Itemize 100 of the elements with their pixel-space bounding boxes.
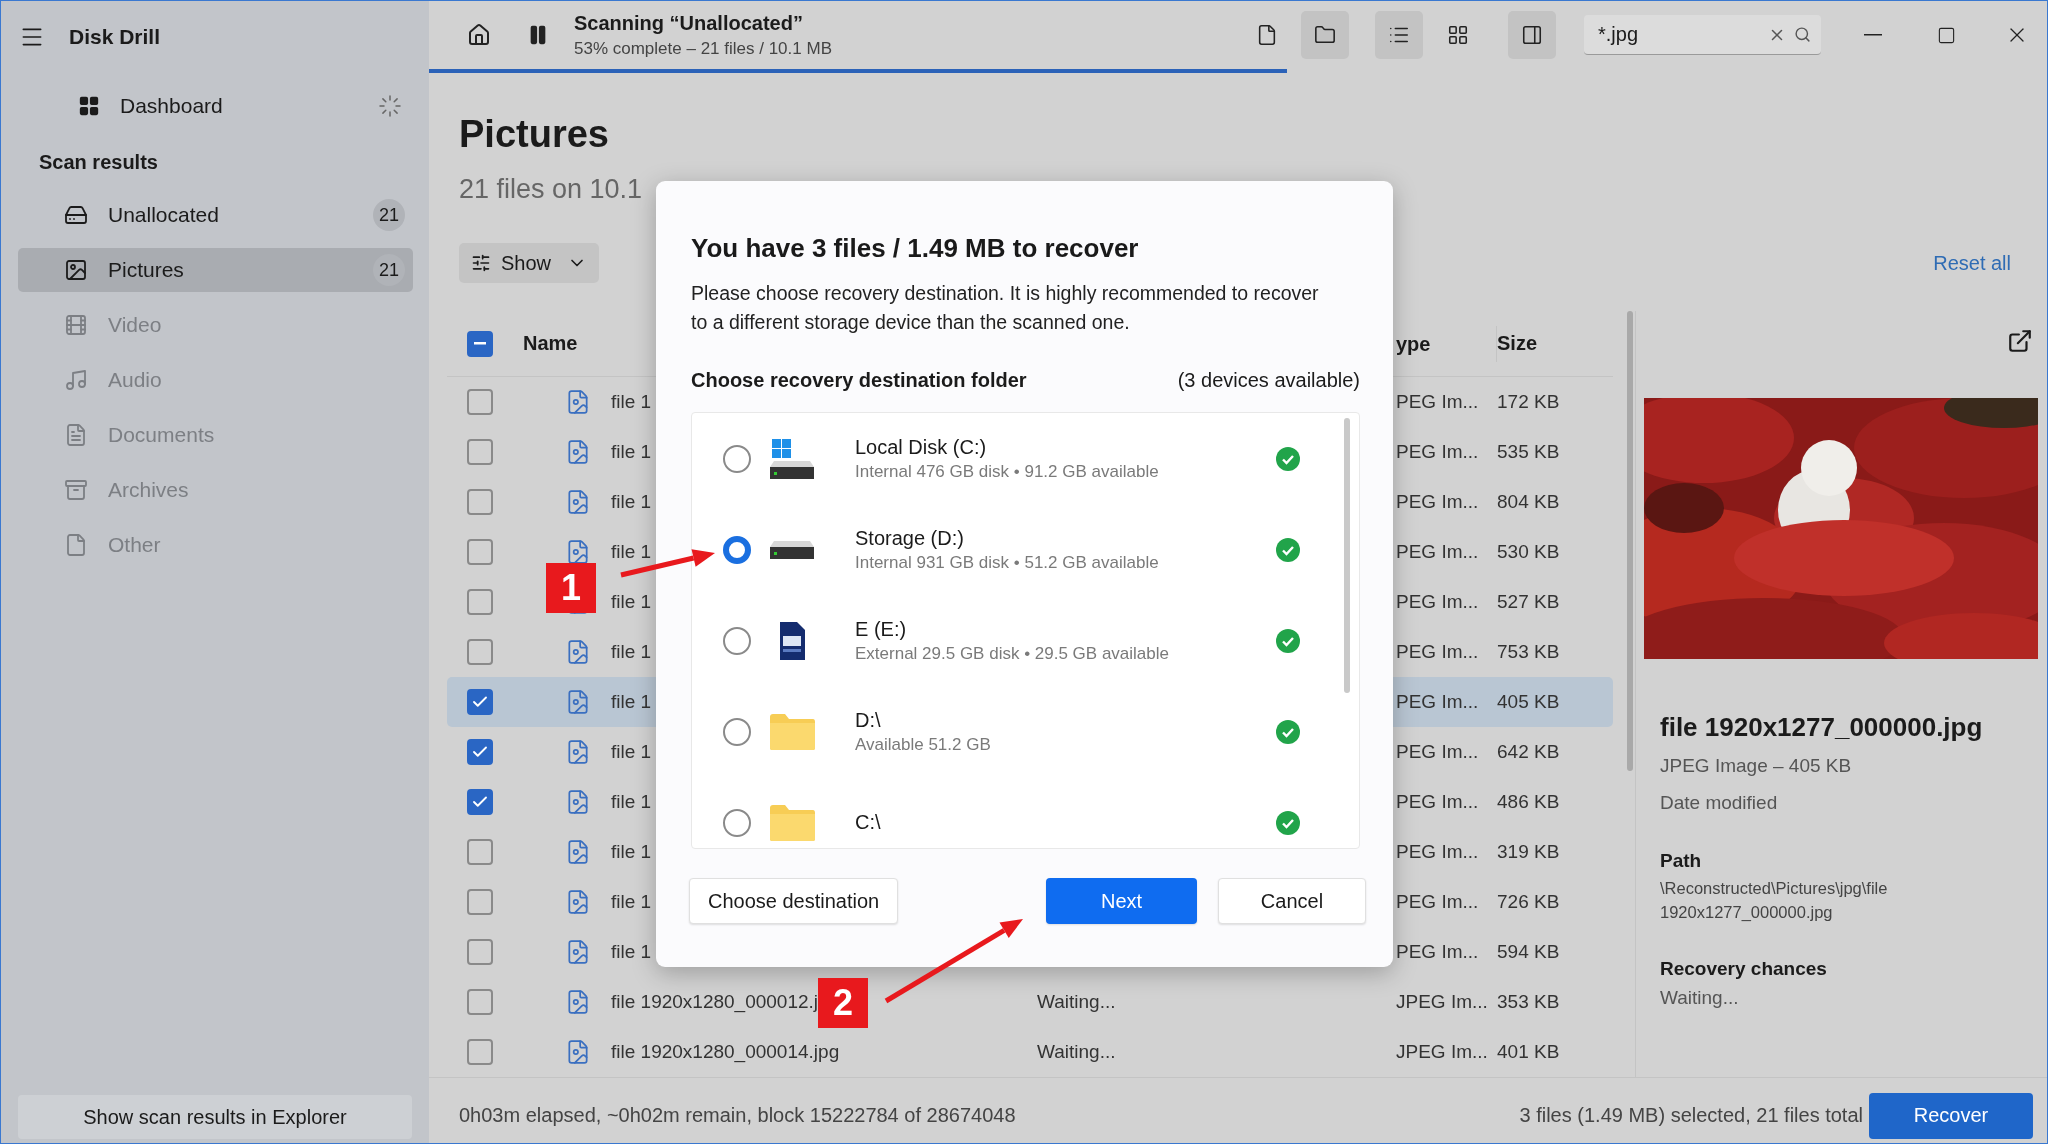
dialog-message: Please choose recovery destination. It is highly recommended to recover to a different storage device than the scanned one. xyxy=(691,281,1320,335)
page-subtitle: 21 files on 10.1 xyxy=(459,173,643,206)
table-cell-text: PEG Im... xyxy=(1395,391,1479,413)
table-cell-text: PEG Im... xyxy=(1395,641,1479,663)
dialog-button[interactable]: Cancel xyxy=(1218,878,1366,924)
preview-filename: file 1920x1277_000000.jpg xyxy=(1660,711,1983,743)
row-checkbox[interactable] xyxy=(467,439,493,465)
table-cell-text: JPEG Im... xyxy=(1395,1041,1488,1063)
column-header[interactable]: ype xyxy=(1394,325,1497,362)
music-note-icon xyxy=(64,368,88,392)
view-button[interactable] xyxy=(1301,11,1349,59)
show-filter-button[interactable]: Show xyxy=(459,243,599,283)
sd-card-icon xyxy=(777,619,807,662)
film-icon xyxy=(64,313,88,337)
table-cell: file 1920x1280_000012.j xyxy=(611,991,819,1013)
external-link-icon[interactable] xyxy=(2007,328,2033,354)
maximize-icon xyxy=(1936,25,1956,45)
scrollbar[interactable] xyxy=(1627,311,1633,771)
row-checkbox[interactable] xyxy=(467,589,493,615)
destination-item[interactable]: C:\ xyxy=(692,777,1359,848)
table-cell: 405 KB xyxy=(1497,691,1560,713)
destination-name: Storage (D:) xyxy=(855,526,965,550)
radio-button[interactable] xyxy=(723,626,751,655)
radio-button[interactable] xyxy=(723,717,751,746)
check-circle-icon xyxy=(1276,719,1300,744)
folder-icon xyxy=(768,712,816,751)
select-all-checkbox[interactable] xyxy=(467,330,493,357)
scrollbar[interactable] xyxy=(1344,418,1350,693)
check-circle-icon xyxy=(1276,446,1300,471)
table-cell: file 1920x1280_000014.jpg xyxy=(611,1041,840,1063)
table-cell: 319 KB xyxy=(1497,841,1560,863)
table-cell: 726 KB xyxy=(1497,891,1560,913)
row-checkbox[interactable] xyxy=(467,389,493,415)
destination-item[interactable]: E (E:) External 29.5 GB disk • 29.5 GB available xyxy=(692,595,1359,686)
view-button[interactable] xyxy=(1508,11,1556,59)
row-checkbox[interactable] xyxy=(467,689,493,715)
hard-drive-icon xyxy=(64,203,88,227)
view-button[interactable] xyxy=(1375,11,1423,59)
row-checkbox[interactable] xyxy=(467,1039,493,1065)
image-file-icon xyxy=(565,939,591,965)
recovery-chances-value: Waiting... xyxy=(1660,986,1739,1010)
show-in-explorer-button[interactable]: Show scan results in Explorer xyxy=(18,1095,412,1139)
destination-detail: External 29.5 GB disk • 29.5 GB available xyxy=(855,643,1170,664)
scan-progress-text: 53% complete – 21 files / 10.1 MB xyxy=(574,38,833,59)
minus-icon xyxy=(474,342,486,345)
document-icon xyxy=(64,423,88,447)
date-label: Date modified xyxy=(1660,791,1778,815)
table-cell: file 1 xyxy=(611,941,652,963)
radio-button[interactable] xyxy=(723,808,751,837)
radio-button[interactable] xyxy=(723,535,751,564)
table-cell: file 1 xyxy=(611,391,652,413)
sidebar-item[interactable]: Unallocated 21 xyxy=(18,193,413,237)
radio-button[interactable] xyxy=(723,444,751,473)
destination-name: Local Disk (C:) xyxy=(855,435,988,459)
side-panel-icon xyxy=(1521,24,1543,46)
next-button[interactable]: Next xyxy=(1046,878,1197,924)
file-icon xyxy=(64,533,88,557)
destination-detail: Internal 931 GB disk • 51.2 GB available xyxy=(855,552,1160,573)
search-field[interactable]: *.jpg xyxy=(1584,15,1821,55)
grid-icon xyxy=(78,95,100,117)
app-title: Disk Drill xyxy=(69,25,161,49)
reset-all-link[interactable]: Reset all xyxy=(1933,251,2011,275)
table-cell: 753 KB xyxy=(1497,641,1560,663)
dialog-button[interactable]: Choose destination xyxy=(689,878,899,924)
row-checkbox[interactable] xyxy=(467,989,493,1015)
sidebar-item[interactable]: Pictures 21 xyxy=(18,248,413,292)
destination-name: C:\ xyxy=(855,811,882,834)
table-cell: 527 KB xyxy=(1497,591,1560,613)
search-icon[interactable] xyxy=(1794,26,1811,43)
image-file-icon xyxy=(565,489,591,515)
dialog-title: You have 3 files / 1.49 MB to recover xyxy=(691,232,1140,265)
file-icon xyxy=(1256,24,1278,46)
image-file-icon xyxy=(565,689,591,715)
row-checkbox[interactable] xyxy=(467,839,493,865)
row-checkbox[interactable] xyxy=(467,789,493,815)
table-cell-text: PEG Im... xyxy=(1395,491,1479,513)
row-checkbox[interactable] xyxy=(467,489,493,515)
recover-button[interactable]: Recover xyxy=(1869,1092,2033,1139)
row-checkbox[interactable] xyxy=(467,939,493,965)
image-file-icon xyxy=(565,539,591,565)
table-cell: Waiting... xyxy=(1037,1041,1116,1063)
search-input[interactable]: *.jpg xyxy=(1596,22,1760,47)
destination-item[interactable]: D:\ Available 51.2 GB xyxy=(692,686,1359,777)
table-cell-text: JPEG Im... xyxy=(1395,991,1488,1013)
destination-detail: Internal 476 GB disk • 91.2 GB available xyxy=(855,461,1160,482)
row-checkbox[interactable] xyxy=(467,639,493,665)
destination-item[interactable]: Local Disk (C:) Internal 476 GB disk • 91.2 GB available xyxy=(692,413,1359,504)
dashboard-item[interactable]: Dashboard xyxy=(18,82,412,130)
row-checkbox[interactable] xyxy=(467,539,493,565)
table-cell: file 1 xyxy=(611,791,652,813)
step-callout: 1 xyxy=(546,563,596,613)
table-cell: file 1 xyxy=(611,641,652,663)
column-header[interactable]: Size xyxy=(1497,332,1613,355)
row-checkbox[interactable] xyxy=(467,889,493,915)
count-badge: 21 xyxy=(373,199,405,231)
image-file-icon xyxy=(565,1039,591,1065)
page-title: Pictures xyxy=(459,112,610,157)
row-checkbox[interactable] xyxy=(467,739,493,765)
list-title: Choose recovery destination folder xyxy=(691,368,1027,393)
destination-item[interactable]: Storage (D:) Internal 931 GB disk • 51.2 GB available xyxy=(692,504,1359,595)
